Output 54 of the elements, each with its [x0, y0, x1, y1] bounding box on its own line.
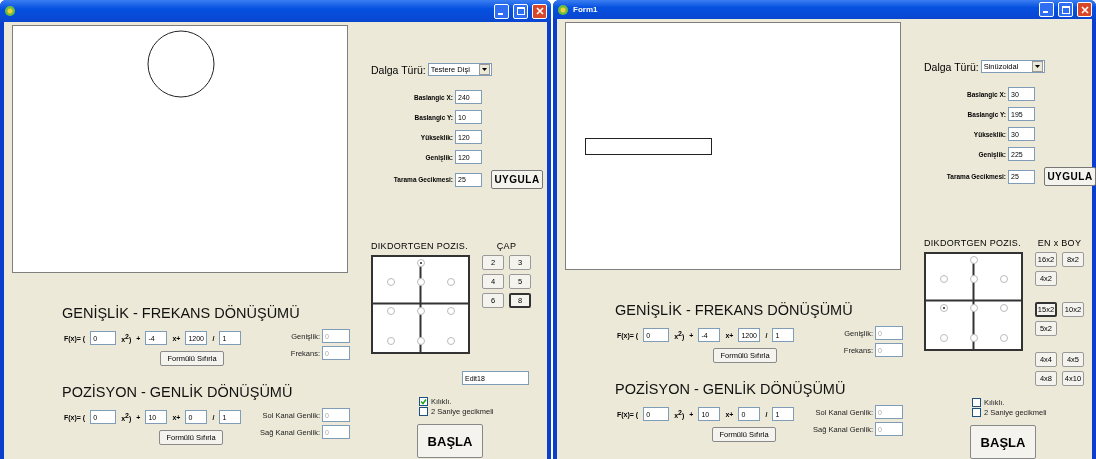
circle-shape [147, 30, 215, 98]
checkbox[interactable] [972, 398, 981, 407]
checkbox[interactable] [419, 407, 428, 416]
checkbox[interactable] [972, 408, 981, 417]
wave-type-label: Dalga Türü: [924, 60, 979, 73]
close-button[interactable] [532, 3, 547, 19]
position-radio[interactable] [417, 307, 425, 315]
window-title: Form1 [573, 5, 599, 14]
position-radio[interactable] [447, 278, 455, 286]
size-title: EN x BOY [1037, 238, 1082, 248]
section-title: GENİŞLİK - FREKANS DÖNÜŞÜMÜ [615, 302, 854, 318]
position-radio[interactable] [417, 278, 425, 286]
position-radio[interactable] [1000, 334, 1008, 342]
position-radio[interactable] [970, 334, 978, 342]
position-radio[interactable] [387, 307, 395, 315]
checkbox[interactable] [419, 397, 428, 406]
position-radio[interactable] [940, 304, 948, 312]
apply-button[interactable]: UYGULA [491, 170, 543, 189]
caret-icon [1034, 65, 1040, 68]
start-button[interactable]: BAŞLA [417, 424, 483, 458]
position-radio[interactable] [940, 275, 948, 283]
position-radio[interactable] [387, 278, 395, 286]
section-title: POZİSYON - GENLİK DÖNÜŞÜMÜ [62, 384, 294, 400]
section-title: GENİŞLİK - FREKANS DÖNÜŞÜMÜ [62, 305, 301, 321]
wave-type-label: Dalga Türü: [371, 63, 426, 76]
section-title: POZİSYON - GENLİK DÖNÜŞÜMÜ [615, 381, 847, 397]
position-title: DIKDORTGEN POZIS. [371, 241, 469, 251]
close-icon [535, 7, 544, 15]
start-button[interactable]: BAŞLA [970, 425, 1036, 459]
position-radio[interactable] [970, 256, 978, 264]
minimize-button[interactable] [1039, 2, 1054, 17]
position-radio[interactable] [970, 275, 978, 283]
position-radio[interactable] [417, 337, 425, 345]
maximize-icon [516, 7, 525, 15]
position-radio[interactable] [387, 337, 395, 345]
maximize-button[interactable] [513, 3, 528, 19]
position-radio[interactable] [1000, 304, 1008, 312]
maximize-icon [1061, 5, 1070, 14]
apply-button[interactable]: UYGULA [1044, 167, 1096, 186]
app-icon [557, 3, 569, 16]
position-radio[interactable] [447, 337, 455, 345]
maximize-button[interactable] [1058, 2, 1073, 17]
minimize-button[interactable] [494, 3, 509, 19]
close-button[interactable] [1077, 2, 1092, 17]
caret-icon [481, 68, 487, 71]
position-radio[interactable] [970, 304, 978, 312]
app-icon [4, 5, 16, 17]
size-title: ÇAP [496, 241, 517, 251]
close-icon [1080, 5, 1089, 14]
position-radio[interactable] [447, 307, 455, 315]
position-radio[interactable] [417, 259, 425, 267]
position-radio[interactable] [940, 334, 948, 342]
position-title: DIKDORTGEN POZIS. [924, 238, 1022, 248]
position-radio[interactable] [1000, 275, 1008, 283]
